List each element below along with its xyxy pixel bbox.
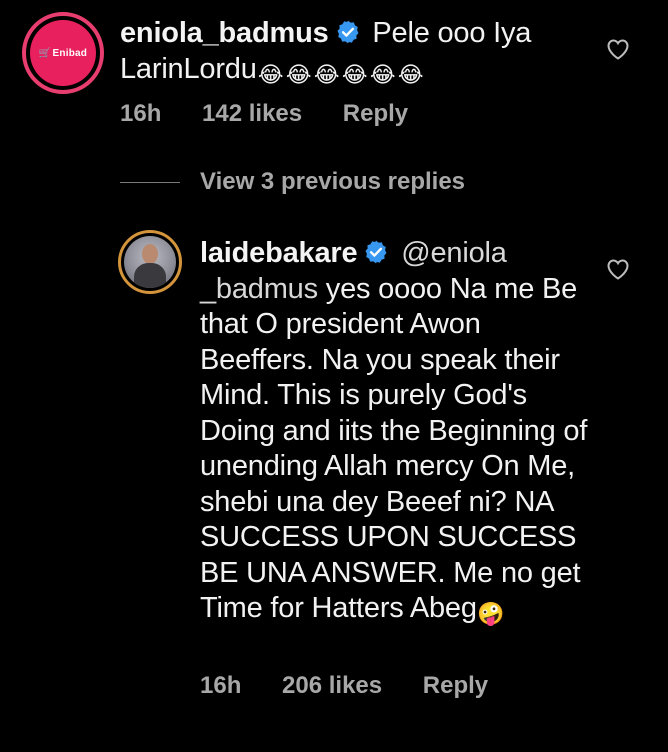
joy-emoji: 😂 [257, 61, 284, 87]
joy-emoji: 😂 [369, 61, 396, 87]
timestamp: 16h [120, 100, 162, 127]
profile-photo [124, 236, 176, 288]
comment-body: laidebakare @eniola _badmus yes oooo Na … [200, 236, 590, 628]
comment-meta: 16h 206 likes Reply [200, 672, 522, 700]
comment-meta: 16h 142 likes Reply [120, 100, 442, 128]
username[interactable]: laidebakare [200, 237, 358, 269]
avatar[interactable] [118, 230, 182, 294]
comment-text: yes oooo Na me Be that O president Awon … [200, 272, 588, 625]
reply-button[interactable]: Reply [423, 672, 488, 699]
likes-count[interactable]: 142 likes [202, 100, 302, 127]
joy-emoji: 😂 [313, 61, 340, 87]
joy-emoji: 😂 [341, 61, 368, 87]
heart-icon[interactable] [606, 38, 630, 60]
verified-badge-icon [365, 240, 387, 264]
comments-thread: 🛒 Enibad eniola_badmus Pele ooo Iya Larin… [0, 0, 668, 752]
cart-icon: 🛒 [38, 47, 52, 59]
joy-emoji: 😂 [397, 61, 424, 87]
view-previous-replies[interactable]: View 3 previous replies [120, 168, 465, 196]
reply-button[interactable]: Reply [343, 100, 408, 127]
avatar[interactable]: 🛒 Enibad [22, 12, 104, 94]
view-replies-label[interactable]: View 3 previous replies [200, 168, 465, 196]
joy-emoji: 😂 [285, 61, 312, 87]
timestamp: 16h [200, 672, 242, 699]
comment-body: eniola_badmus Pele ooo Iya LarinLordu😂 😂 😂… [120, 16, 590, 89]
heart-icon[interactable] [606, 258, 630, 280]
likes-count[interactable]: 206 likes [282, 672, 382, 699]
username[interactable]: eniola_badmus [120, 17, 329, 49]
verified-badge-icon [337, 20, 359, 44]
divider [120, 181, 180, 183]
brand-logo: 🛒 Enibad [30, 20, 96, 86]
zany-face-emoji: 🤪 [477, 601, 505, 626]
